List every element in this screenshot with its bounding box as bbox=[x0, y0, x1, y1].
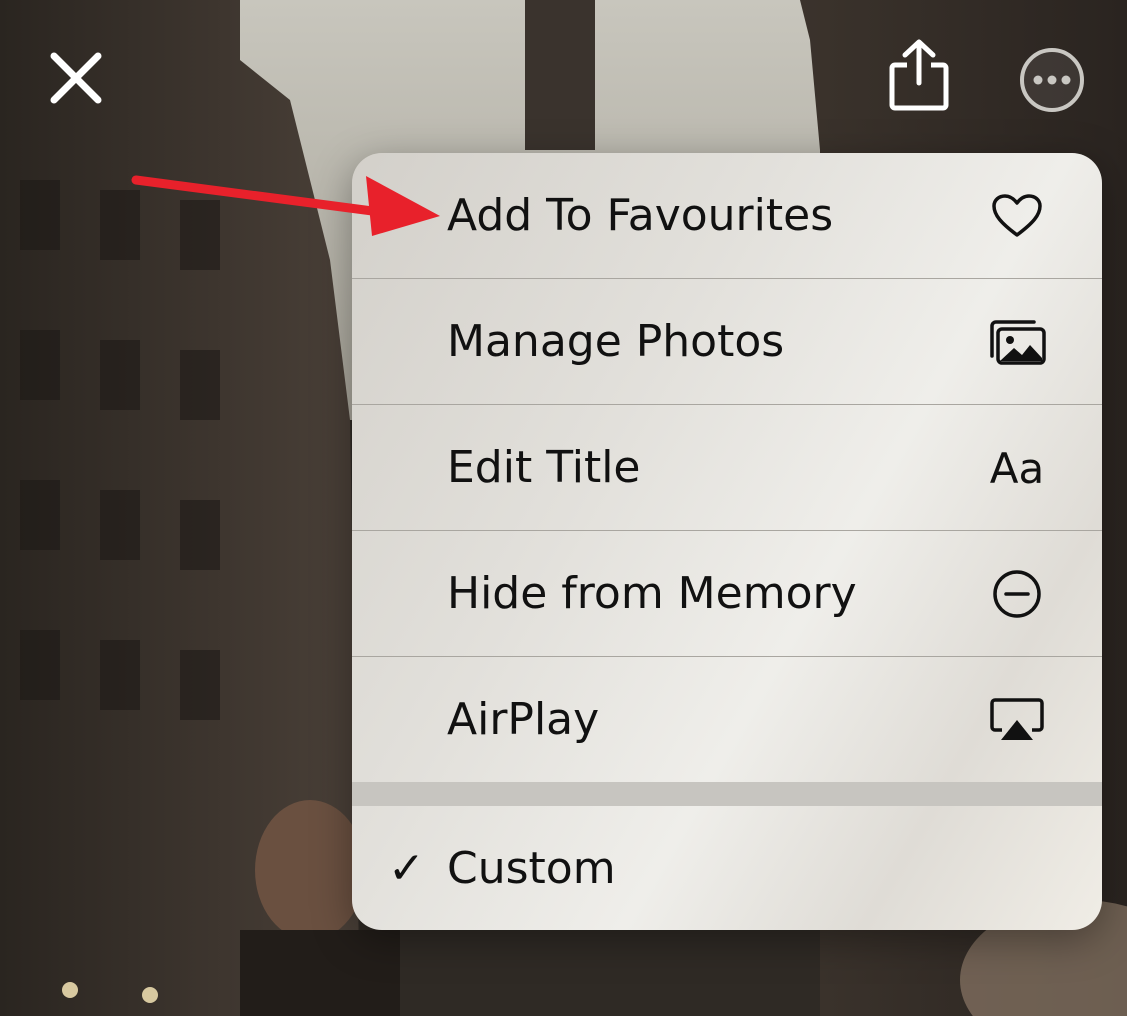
menu-item-hide-from-memory[interactable]: Hide from Memory bbox=[352, 531, 1102, 656]
more-options-button[interactable] bbox=[1012, 40, 1092, 120]
menu-item-airplay[interactable]: AirPlay bbox=[352, 657, 1102, 782]
share-button[interactable] bbox=[878, 34, 960, 116]
menu-item-add-to-favourites[interactable]: Add To Favourites bbox=[352, 153, 1102, 278]
heart-icon bbox=[982, 183, 1052, 249]
menu-section-separator bbox=[352, 782, 1102, 806]
close-icon bbox=[50, 52, 102, 104]
airplay-icon bbox=[982, 687, 1052, 753]
menu-item-manage-photos[interactable]: Manage Photos bbox=[352, 279, 1102, 404]
ellipsis-circle-icon bbox=[1020, 48, 1084, 112]
menu-item-label: Hide from Memory bbox=[447, 568, 857, 619]
minus-circle-icon bbox=[982, 561, 1052, 627]
menu-item-edit-title[interactable]: Edit Title Aa bbox=[352, 405, 1102, 530]
menu-item-label: AirPlay bbox=[447, 694, 600, 745]
menu-item-label: Add To Favourites bbox=[447, 190, 834, 241]
close-button[interactable] bbox=[38, 40, 114, 116]
menu-item-label: Custom bbox=[447, 843, 616, 894]
text-format-icon: Aa bbox=[989, 443, 1045, 493]
menu-item-custom[interactable]: ✓ Custom bbox=[352, 806, 1102, 930]
menu-item-label: Manage Photos bbox=[447, 316, 785, 367]
share-icon bbox=[889, 39, 949, 111]
checkmark-icon: ✓ bbox=[388, 843, 425, 894]
photos-stack-icon bbox=[982, 309, 1052, 375]
menu-item-label: Edit Title bbox=[447, 442, 641, 493]
context-menu: Add To Favourites Manage Photos Edit Tit… bbox=[352, 153, 1102, 930]
